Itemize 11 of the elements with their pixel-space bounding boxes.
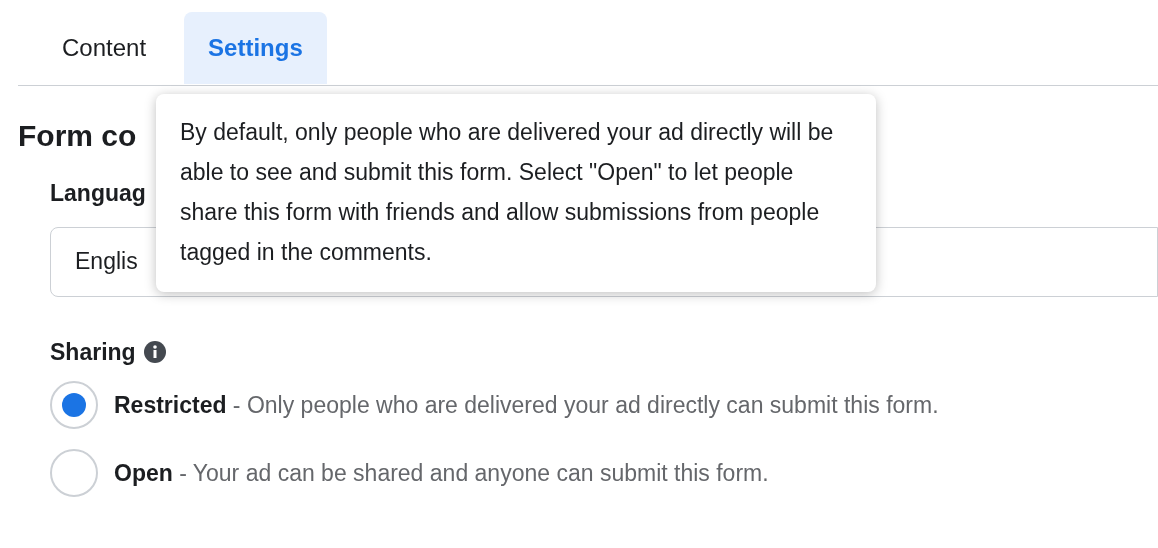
tooltip: By default, only people who are delivered your ad directly will be able to see and submit this form. Select "Open" to let people share this form with friends and allow submissions from people tagged in the comments.	[156, 94, 876, 292]
option-label: Open - Your ad can be shared and anyone can submit this form.	[114, 458, 769, 488]
option-label: Restricted - Only people who are delivered your ad directly can submit this form.	[114, 390, 939, 420]
radio-button[interactable]	[50, 381, 98, 429]
radio-button[interactable]	[50, 449, 98, 497]
section-title: Form co	[18, 118, 137, 154]
field-label: Sharing	[50, 337, 136, 367]
tab[interactable]: Content	[36, 12, 173, 84]
field-label: Languag	[50, 179, 146, 208]
info-icon[interactable]	[143, 340, 166, 363]
tab[interactable]: Settings	[184, 12, 327, 84]
